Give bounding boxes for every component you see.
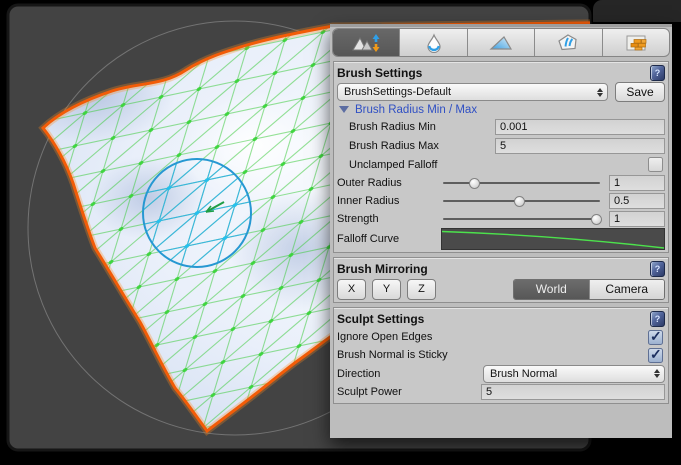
ignore-open-edges-checkbox[interactable] [648,330,663,345]
section-sculpt-settings: Sculpt Settings Ignore Open Edges Brush … [333,307,669,404]
mirror-space-camera[interactable]: Camera [590,280,665,299]
slider-handle[interactable] [591,214,602,225]
tab-sculpt[interactable] [333,29,400,56]
brush-normal-sticky-label: Brush Normal is Sticky [337,349,448,361]
mirror-z-button[interactable]: Z [407,279,436,300]
tab-texture[interactable] [603,29,669,56]
inner-radius-slider[interactable] [441,192,602,210]
tool-tab-bar [332,28,670,57]
foldout-label: Brush Radius Min / Max [355,104,477,116]
brush-radius-min-label: Brush Radius Min [337,121,495,133]
foldout-triangle-icon [339,106,349,113]
brush-radius-max-field[interactable]: 5 [495,138,665,154]
background-window-corner [593,0,681,22]
mirror-y-button[interactable]: Y [372,279,401,300]
inner-radius-field[interactable]: 0.5 [609,193,665,209]
save-button[interactable]: Save [615,82,665,102]
falloff-curve-field[interactable] [441,228,665,250]
mirror-space-toggle: World Camera [513,279,665,300]
outer-radius-slider[interactable] [441,174,602,192]
brush-radius-foldout[interactable]: Brush Radius Min / Max [337,102,665,117]
strength-slider[interactable] [441,210,602,228]
polybrush-panel: Brush Settings BrushSettings-Default Sav… [330,24,672,438]
tab-smooth[interactable] [400,29,467,56]
brush-settings-title: Brush Settings [337,66,650,80]
inner-radius-label: Inner Radius [337,195,441,207]
section-brush-mirroring: Brush Mirroring X Y Z World Camera [333,257,669,303]
brush-preset-dropdown[interactable]: BrushSettings-Default [337,83,608,101]
slider-handle[interactable] [514,196,525,207]
outer-radius-label: Outer Radius [337,177,441,189]
unclamped-falloff-checkbox[interactable] [648,157,663,172]
texture-bricks-icon [624,33,648,53]
smooth-droplet-icon [422,33,446,53]
falloff-curve-label: Falloff Curve [337,233,441,245]
sculpt-mountain-icon [351,33,381,53]
brush-preset-value: BrushSettings-Default [344,86,593,98]
direction-value: Brush Normal [490,368,650,380]
brush-radius-max-label: Brush Radius Max [337,140,495,152]
falloff-curve-graph [442,229,664,249]
brush-normal-sticky-checkbox[interactable] [648,348,663,363]
prefab-polygon-icon [556,33,580,53]
sculpt-settings-title: Sculpt Settings [337,312,650,326]
help-icon[interactable] [650,65,665,81]
slider-handle[interactable] [469,178,480,189]
dropdown-stepper-icon [597,88,603,97]
ignore-open-edges-label: Ignore Open Edges [337,331,432,343]
tab-paint[interactable] [468,29,535,56]
help-icon[interactable] [650,311,665,327]
sculpt-power-label: Sculpt Power [337,386,481,398]
mirror-x-button[interactable]: X [337,279,366,300]
strength-field[interactable]: 1 [609,211,665,227]
section-brush-settings: Brush Settings BrushSettings-Default Sav… [333,61,669,253]
strength-label: Strength [337,213,441,225]
tab-prefab[interactable] [535,29,602,56]
direction-dropdown[interactable]: Brush Normal [483,365,665,383]
dropdown-stepper-icon [654,369,660,378]
brush-mirroring-title: Brush Mirroring [337,262,650,276]
paint-triangle-icon [489,33,513,53]
direction-label: Direction [337,368,483,380]
outer-radius-field[interactable]: 1 [609,175,665,191]
unclamped-falloff-label: Unclamped Falloff [337,159,437,171]
sculpt-power-field[interactable]: 5 [481,384,665,400]
brush-radius-min-field[interactable]: 0.001 [495,119,665,135]
mirror-space-world[interactable]: World [514,280,590,299]
help-icon[interactable] [650,261,665,277]
